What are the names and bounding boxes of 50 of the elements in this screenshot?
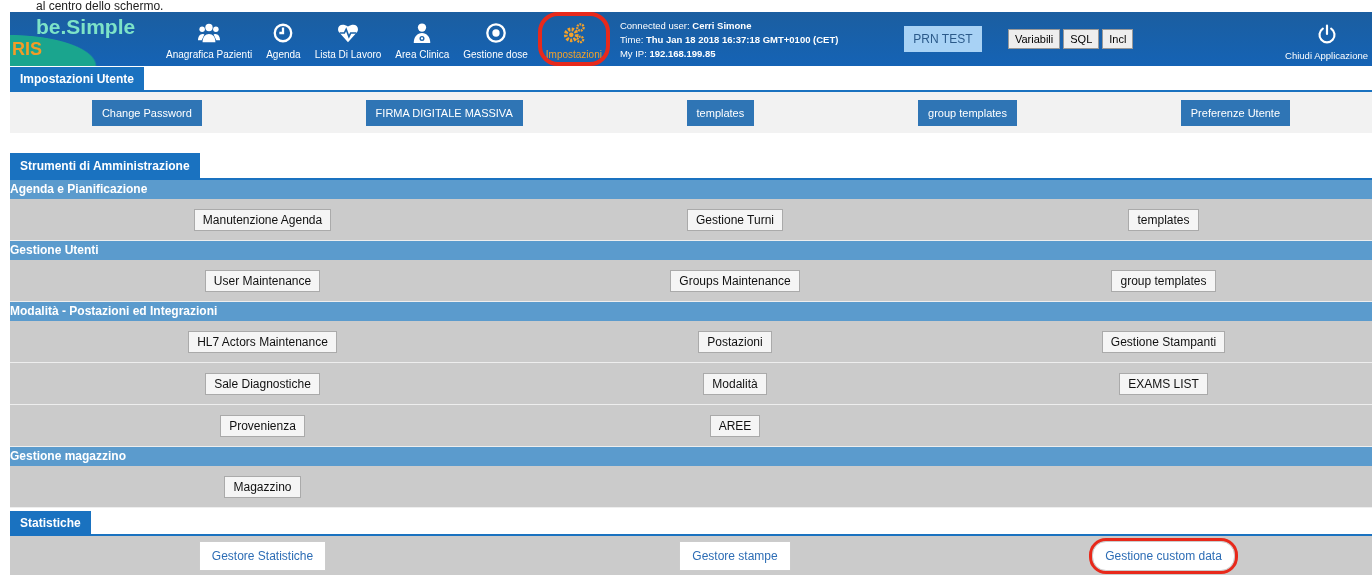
session-info: My IP: 192.168.199.85 [619,47,717,59]
nav-item[interactable]: Anagrafica Pazienti [160,12,259,66]
stats-link-button[interactable]: Gestore stampe [679,540,791,571]
admin-button[interactable]: HL7 Actors Maintenance [188,330,337,353]
admin-button[interactable]: Gestione Stampanti [1101,330,1226,353]
admin-button[interactable]: Provenienza [220,414,305,437]
gears-icon [562,22,585,44]
admin-button[interactable]: AREE [709,414,761,437]
settings-button[interactable]: group templates [918,99,1017,126]
exit-button[interactable]: Chiudi Applicazione [1281,12,1372,66]
heartbeat-icon [337,22,359,44]
section-tab[interactable]: Strumenti di Amministrazione [10,153,200,178]
settings-button[interactable]: Preferenze Utente [1180,99,1291,126]
tool-button[interactable]: Incl [1102,29,1134,49]
admin-button[interactable]: Gestione Turni [686,208,783,231]
section-tab[interactable]: Statistiche [10,511,91,534]
stats-link-button[interactable]: Gestione custom data [1092,540,1235,571]
session-info: Connected user: Cerri Simone [619,19,753,31]
admin-button[interactable]: Magazzino [224,475,301,498]
clock-icon [272,22,295,44]
admin-button[interactable]: group templates [1111,269,1216,292]
section-header: Gestione magazzino [10,447,1372,466]
admin-button[interactable]: Sale Diagnostiche [205,372,320,395]
nav-item[interactable]: Gestione dose [457,12,534,66]
tool-button[interactable]: SQL [1063,29,1100,49]
section-header: Gestione Utenti [10,241,1372,260]
nav-item[interactable]: Area Clinica [389,12,456,66]
environment-button[interactable]: PRN TEST [903,26,982,52]
settings-button[interactable]: templates [686,99,755,126]
admin-button[interactable]: Modalità [703,372,767,395]
admin-button[interactable]: Postazioni [698,330,772,353]
target-icon [484,22,507,44]
power-icon [1316,24,1337,44]
section-header: Agenda e Pianificazione [10,180,1372,199]
admin-button[interactable]: EXAMS LIST [1119,372,1208,395]
nav-item[interactable]: Agenda [260,12,307,66]
admin-button[interactable]: templates [1128,208,1199,231]
admin-button[interactable]: Groups Maintenance [670,269,800,292]
settings-button[interactable]: FIRMA DIGITALE MASSIVA [365,99,523,126]
session-info: Time: Thu Jan 18 2018 16:37:18 GMT+0100 (CET) [619,33,840,45]
caption-text: al centro dello schermo. [35,0,165,12]
admin-button[interactable]: Manutenzione Agenda [193,208,332,231]
section-header: Modalità - Postazioni ed Integrazioni [10,302,1372,321]
tool-button[interactable]: Variabili [1007,29,1061,49]
users-icon [198,22,221,44]
nav-item[interactable]: Lista Di Lavoro [308,12,388,66]
settings-button[interactable]: Change Password [91,99,202,126]
admin-button[interactable]: User Maintenance [204,269,321,292]
section-tab[interactable]: Impostazioni Utente [10,67,144,90]
stats-link-button[interactable]: Gestore Statistiche [198,540,327,571]
